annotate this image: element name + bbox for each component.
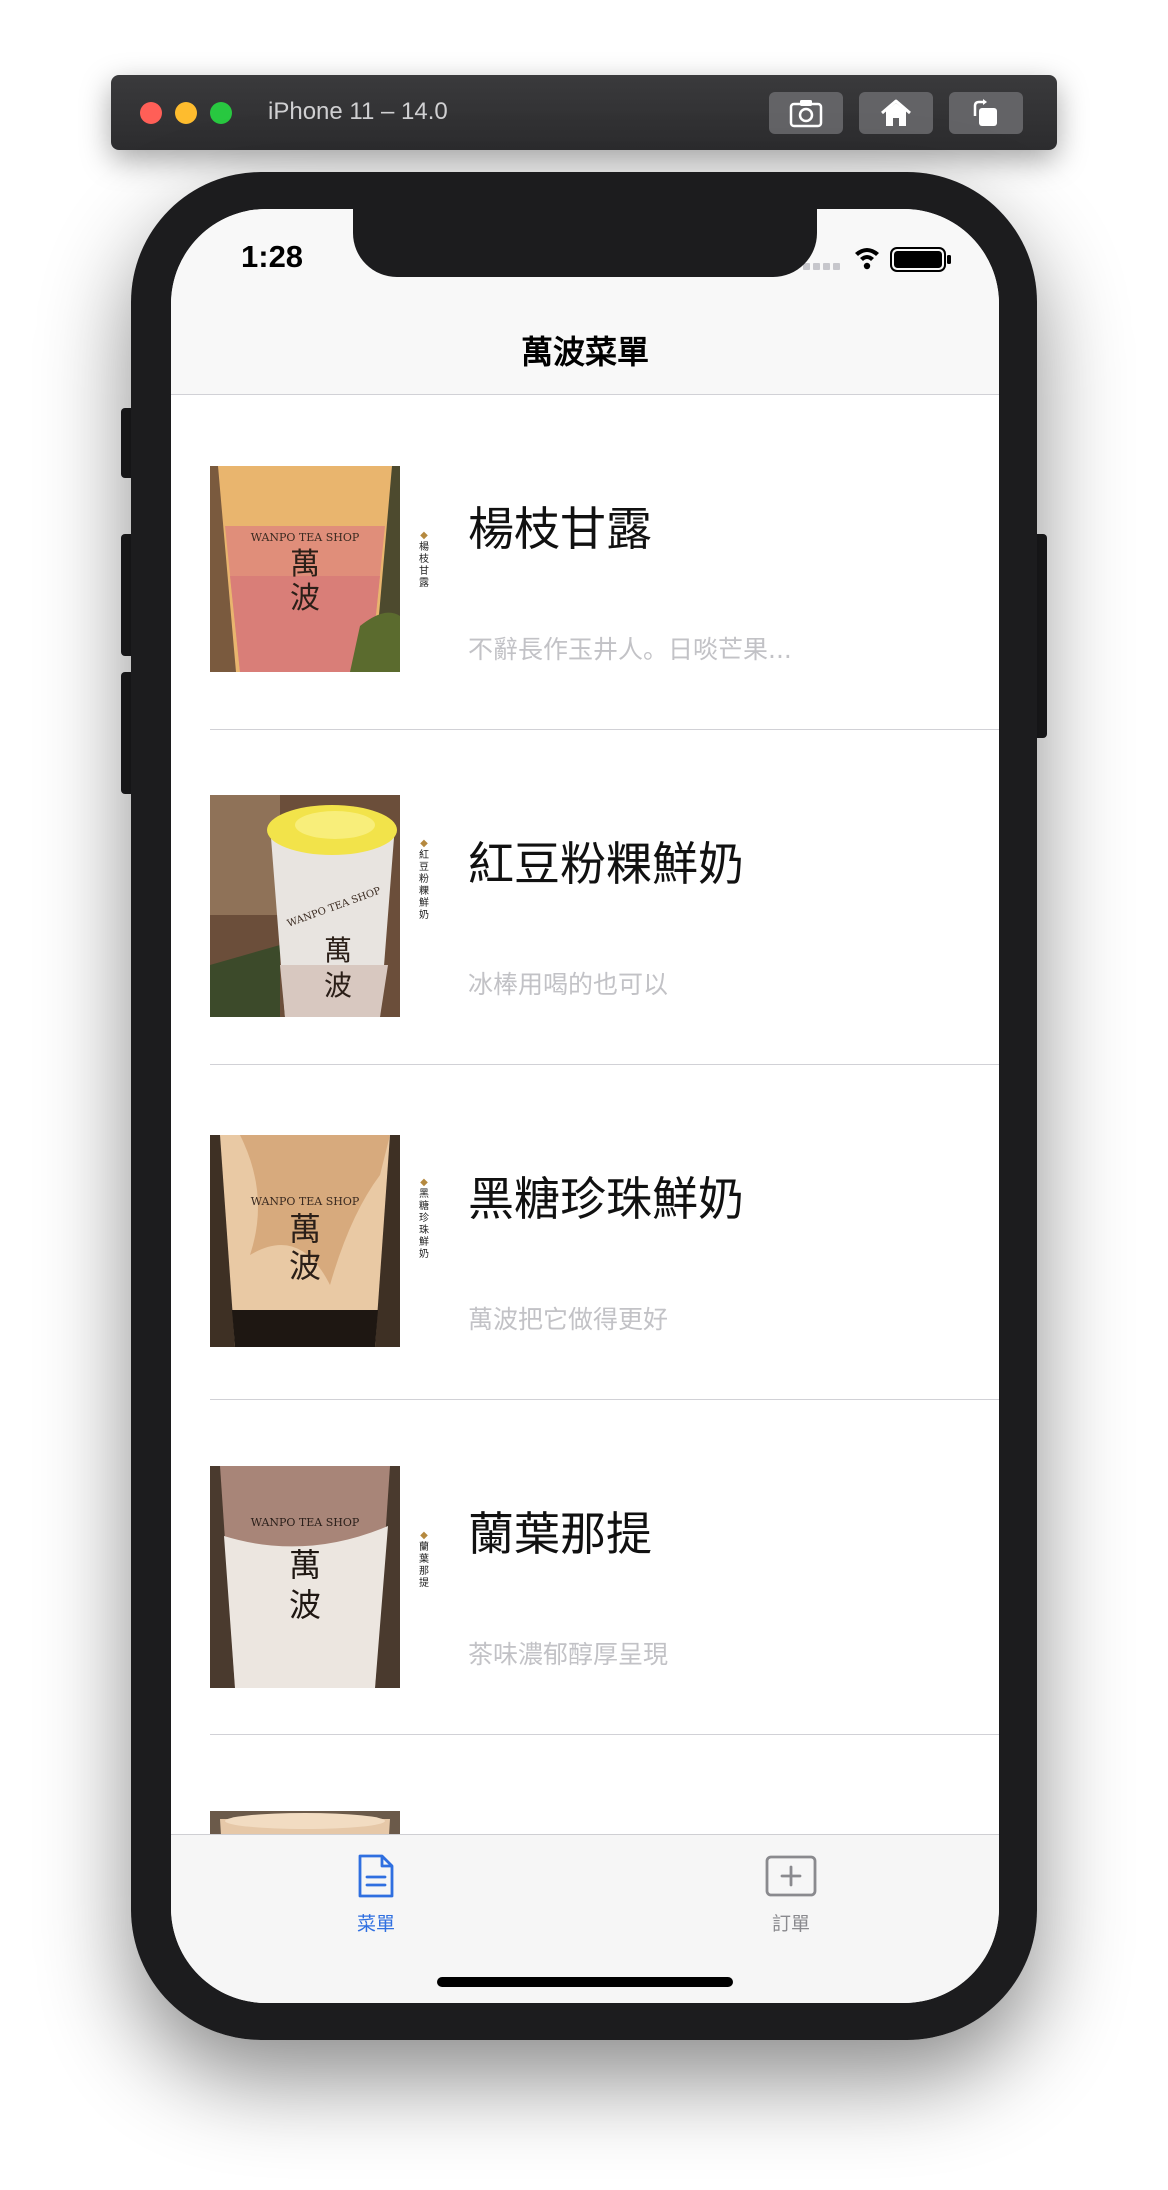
list-item[interactable]: WANPO TEA SHOP 萬 波 ◆ 蘭葉那提 蘭葉那提 茶味濃郁醇厚呈現 — [171, 1400, 999, 1735]
rotate-button[interactable] — [949, 92, 1023, 134]
item-name: 黑糖珍珠鮮奶 — [468, 1172, 744, 1226]
wifi-icon — [855, 248, 879, 270]
svg-text:WANPO TEA SHOP: WANPO TEA SHOP — [251, 1195, 360, 1208]
item-description: 不辭長作玉井人。日啖芒果... — [468, 635, 792, 664]
tab-menu[interactable]: 菜單 — [316, 1853, 436, 1936]
item-name: 蘭葉那提 — [468, 1507, 652, 1561]
item-description: 冰棒用喝的也可以 — [468, 970, 669, 999]
drink-photo: WANPO TEA SHOP 萬 波 — [210, 466, 400, 672]
screenshot-icon — [789, 100, 823, 128]
home-icon — [881, 99, 911, 126]
side-label: ◆ 蘭葉那提 — [419, 1530, 429, 1589]
side-label: ◆ 紅豆粉粿鮮奶 — [419, 838, 429, 921]
battery-icon — [890, 247, 951, 272]
drink-photo: WANPO TEA SHOP 萬 波 — [210, 1466, 400, 1688]
svg-text:WANPO TEA SHOP: WANPO TEA SHOP — [251, 531, 360, 544]
drink-photo: WANPO TEA SHOP 萬 波 — [210, 795, 400, 1017]
status-time: 1:28 — [241, 239, 304, 274]
zoom-window-button[interactable] — [210, 102, 232, 124]
svg-text:波: 波 — [289, 1247, 321, 1285]
item-name: 紅豆粉粿鮮奶 — [468, 837, 744, 891]
phone-screen: 1:28 萬波菜單 WANPO TEA SHOP 萬 波 ◆ 楊枝甘露 楊枝甘露… — [171, 209, 999, 2003]
svg-text:萬: 萬 — [324, 934, 352, 967]
svg-text:萬: 萬 — [289, 1546, 321, 1584]
svg-text:波: 波 — [290, 581, 320, 616]
tab-order[interactable]: 訂單 — [731, 1853, 851, 1936]
item-name: 楊枝甘露 — [468, 502, 652, 556]
page-title: 萬波菜單 — [520, 333, 649, 371]
screenshot-button[interactable] — [769, 92, 843, 134]
close-window-button[interactable] — [140, 102, 162, 124]
svg-text:萬: 萬 — [289, 1210, 321, 1248]
notch — [353, 209, 817, 277]
item-description: 萬波把它做得更好 — [468, 1305, 669, 1334]
drink-photo: WANPO TEA SHOP 萬 波 — [210, 1135, 400, 1347]
side-label: ◆ 楊枝甘露 — [419, 530, 429, 589]
plus-square-icon — [765, 1855, 817, 1897]
document-icon — [358, 1854, 394, 1898]
rotate-icon — [973, 99, 997, 126]
home-indicator — [437, 1977, 733, 1987]
minimize-window-button[interactable] — [175, 102, 197, 124]
status-icons — [803, 245, 963, 273]
svg-text:萬: 萬 — [290, 547, 320, 582]
simulator-title: iPhone 11 – 14.0 — [268, 98, 448, 125]
menu-list[interactable]: WANPO TEA SHOP 萬 波 ◆ 楊枝甘露 楊枝甘露 不辭長作玉井人。日啖… — [171, 395, 999, 2003]
svg-text:波: 波 — [324, 969, 352, 1002]
home-button[interactable] — [859, 92, 933, 134]
item-description: 茶味濃郁醇厚呈現 — [468, 1640, 669, 1669]
svg-text:WANPO TEA SHOP: WANPO TEA SHOP — [251, 1516, 360, 1529]
simulator-title-bar: iPhone 11 – 14.0 — [111, 75, 1057, 150]
list-item[interactable]: WANPO TEA SHOP 萬 波 ◆ 楊枝甘露 楊枝甘露 不辭長作玉井人。日啖… — [171, 395, 999, 730]
cellular-signal-icon — [803, 263, 840, 270]
tab-menu-label: 菜單 — [356, 1913, 395, 1935]
side-label: ◆ 黑糖珍珠鮮奶 — [419, 1177, 429, 1260]
list-item[interactable]: WANPO TEA SHOP 萬 波 ◆ 黑糖珍珠鮮奶 黑糖珍珠鮮奶 萬波把它做得… — [171, 1065, 999, 1400]
tab-order-label: 訂單 — [771, 1913, 810, 1935]
svg-text:波: 波 — [289, 1586, 321, 1624]
list-item[interactable]: WANPO TEA SHOP 萬 波 ◆ 紅豆粉粿鮮奶 紅豆粉粿鮮奶 冰棒用喝的也… — [171, 730, 999, 1065]
navigation-bar: 1:28 萬波菜單 — [171, 209, 999, 395]
